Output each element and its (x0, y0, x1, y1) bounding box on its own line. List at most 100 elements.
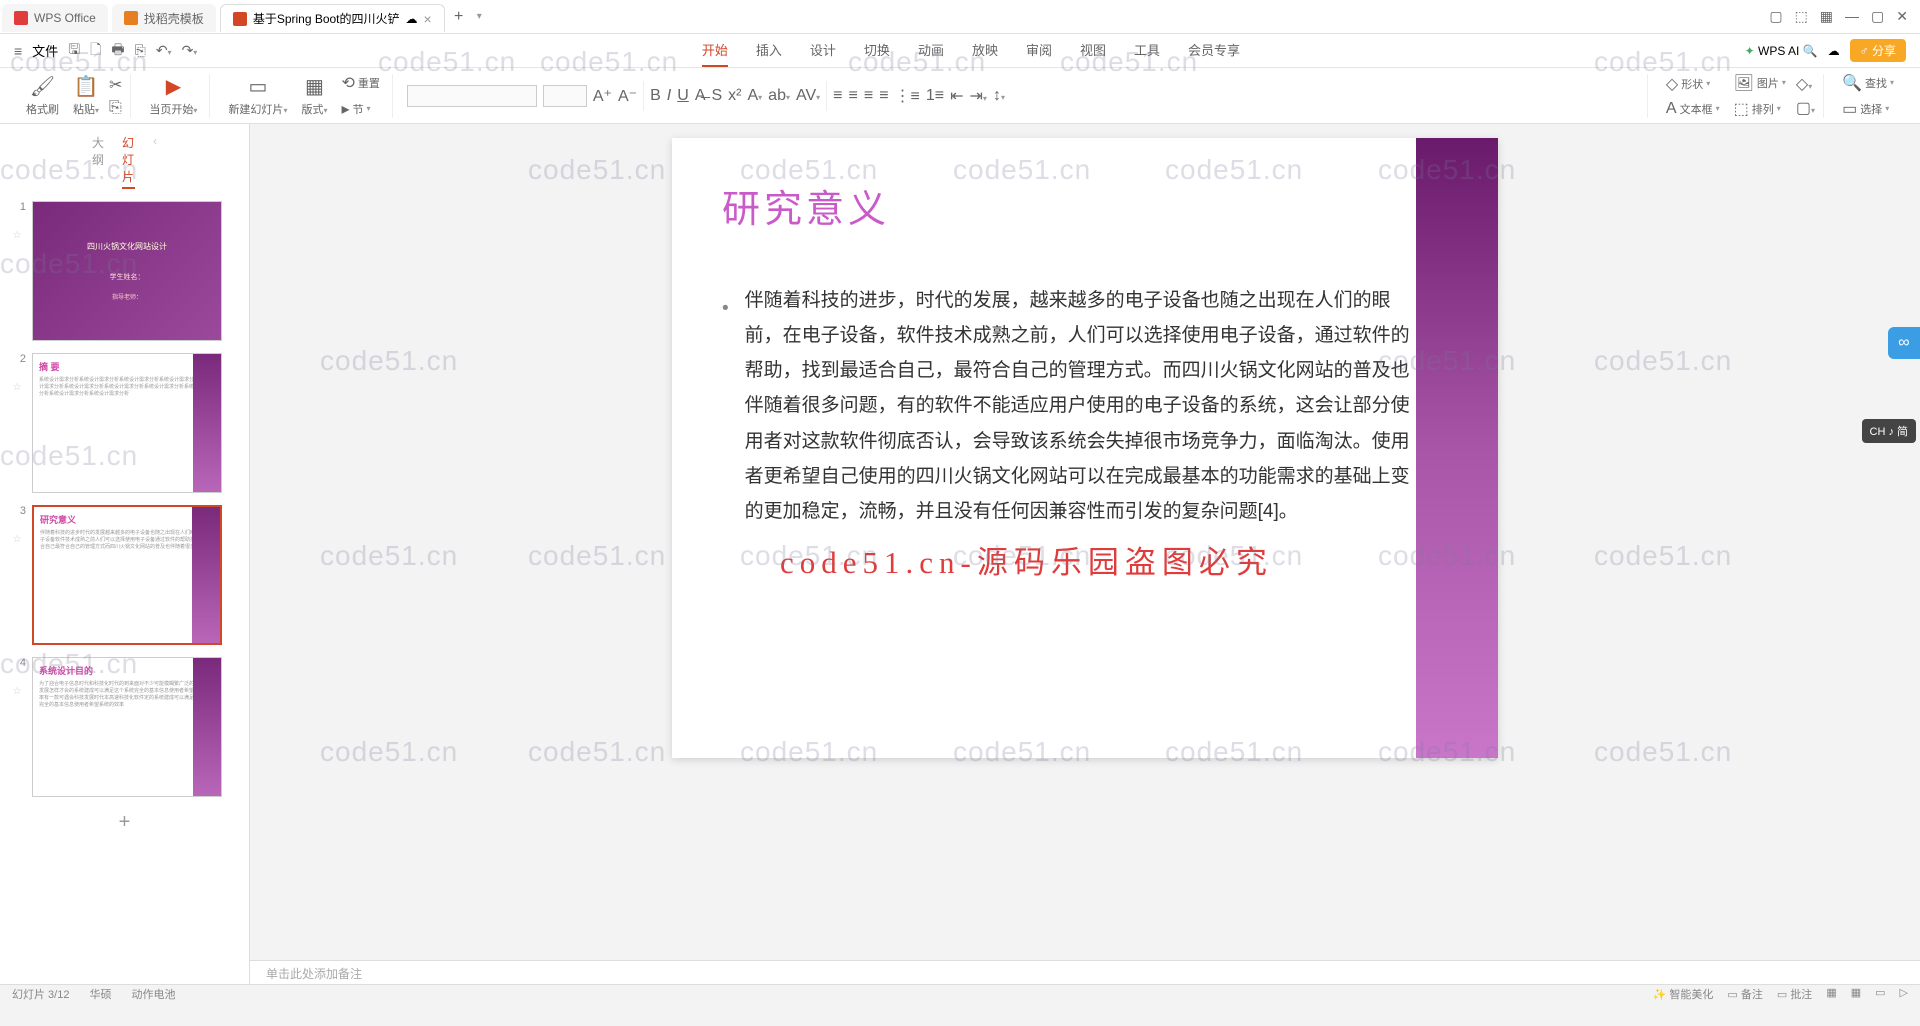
save-icon[interactable]: 🖫 (68, 39, 80, 63)
tab-template[interactable]: 找稻壳模板 (112, 4, 216, 32)
add-slide-button[interactable]: + (0, 803, 249, 842)
sidebar-float-button[interactable]: ∞ (1888, 327, 1920, 359)
normal-view-icon[interactable]: ▦ (1826, 986, 1836, 1002)
slide-body[interactable]: • 伴随着科技的进步，时代的发展，越来越多的电子设备也随之出现在人们的眼前，在电… (672, 253, 1498, 529)
notes-button[interactable]: ▭ 备注 (1727, 986, 1762, 1002)
new-slide-button[interactable]: ▭新建幻灯片▾ (224, 72, 291, 119)
slide-thumb-1[interactable]: 1☆ 四川火锅文化网站设计 学生姓名： 指导老师： (0, 195, 249, 347)
select-button[interactable]: ▭选择▾ (1838, 97, 1898, 121)
main-area: 大纲 幻灯片 ‹ 1☆ 四川火锅文化网站设计 学生姓名： 指导老师： 2☆ 摘 … (0, 124, 1920, 984)
slide-canvas[interactable]: 研究意义 • 伴随着科技的进步，时代的发展，越来越多的电子设备也随之出现在人们的… (672, 138, 1498, 758)
close-window-icon[interactable]: ✕ (1896, 8, 1908, 25)
align-center-icon[interactable]: ≡ (849, 87, 858, 105)
tab-design[interactable]: 设计 (810, 34, 836, 67)
shape-button[interactable]: ◇形状▾ (1662, 72, 1724, 96)
shape-outline-icon[interactable]: ▢▾ (1796, 98, 1815, 118)
thumb-text: 伴随着科技的进步时代的发展越来越多的电子设备也随之出现在人们眼前在电子设备软件技… (40, 530, 214, 551)
slide-thumb-4[interactable]: 4☆ 系统设计目的 为了迎合电子信息时代和科技化时代的到来面对不少可能模糊繁广泛… (0, 651, 249, 803)
wps-logo-icon (14, 11, 28, 25)
sorter-view-icon[interactable]: ▦ (1851, 986, 1861, 1002)
tab-document[interactable]: 基于Spring Boot的四川火铲 ☁ × (220, 4, 445, 32)
section-button[interactable]: ▸节▾ (337, 97, 383, 121)
watermark-overlay: code51.cn-源码乐园盗图必究 (780, 537, 1273, 582)
tab-animation[interactable]: 动画 (918, 34, 944, 67)
notes-bar[interactable]: 单击此处添加备注 (250, 960, 1920, 984)
superscript-icon[interactable]: x² (728, 87, 741, 105)
undo-icon[interactable]: ↶▾ (156, 42, 172, 59)
smart-beautify-button[interactable]: ✨ 智能美化 (1653, 986, 1714, 1002)
picture-button[interactable]: 🖼图片▾ (1730, 71, 1790, 95)
tab-start[interactable]: 开始 (702, 34, 728, 67)
bullets-icon[interactable]: ⋮≡ (895, 86, 920, 106)
tab-wps-office[interactable]: WPS Office (2, 4, 108, 32)
comments-button[interactable]: ▭ 批注 (1777, 986, 1812, 1002)
indent-decrease-icon[interactable]: ⇤ (950, 86, 963, 106)
cut-icon[interactable]: ✂ (109, 75, 122, 95)
panel-collapse-icon[interactable]: ‹ (153, 134, 157, 189)
maximize-icon[interactable]: ▢ (1871, 8, 1884, 25)
tab-view[interactable]: 视图 (1080, 34, 1106, 67)
layout-button[interactable]: ▦版式▾ (297, 72, 331, 119)
wps-ai-button[interactable]: ✦ WPS AI 🔍 (1745, 44, 1818, 58)
tab-transition[interactable]: 切换 (864, 34, 890, 67)
textbox-button[interactable]: A文本框▾ (1662, 98, 1724, 120)
link-icon: ∞ (1898, 334, 1909, 352)
tab-insert[interactable]: 插入 (756, 34, 782, 67)
bold-icon[interactable]: B (650, 87, 661, 105)
text-effects-icon[interactable]: AV▾ (796, 87, 820, 105)
menu-icon[interactable]: ≡ (14, 43, 22, 59)
reading-view-icon[interactable]: ▭ (1875, 986, 1885, 1002)
slide-title[interactable]: 研究意义 (672, 138, 1498, 253)
slide-thumb-2[interactable]: 2☆ 摘 要 系统设计需求分析系统设计需求分析系统设计需求分析系统设计需求分析系… (0, 347, 249, 499)
outline-tab[interactable]: 大纲 (92, 134, 104, 189)
print-icon[interactable]: 🖶 (111, 39, 124, 63)
tab-dropdown[interactable]: ▾ (477, 11, 482, 22)
copy-icon[interactable]: ⎘ (109, 99, 122, 117)
indent-increase-icon[interactable]: ⇥▾ (970, 86, 987, 106)
font-color-icon[interactable]: A▾ (747, 87, 762, 105)
arrange-button[interactable]: ⬚排列▾ (1730, 97, 1790, 121)
thumb-title: 系统设计目的 (39, 664, 215, 677)
cloud-sync-icon[interactable]: ☁ (1828, 44, 1840, 58)
underline-icon[interactable]: U (677, 87, 689, 105)
slides-tab[interactable]: 幻灯片 (122, 134, 135, 189)
tab-slideshow[interactable]: 放映 (972, 34, 998, 67)
tab-label: 基于Spring Boot的四川火铲 (253, 10, 400, 27)
print-preview-icon[interactable]: 🗋 (90, 39, 101, 63)
slide-panel: 大纲 幻灯片 ‹ 1☆ 四川火锅文化网站设计 学生姓名： 指导老师： 2☆ 摘 … (0, 124, 250, 984)
highlight-icon[interactable]: ab▾ (768, 87, 790, 105)
decrease-font-icon[interactable]: A⁻ (618, 86, 637, 106)
cube-icon[interactable]: ⬚ (1795, 8, 1808, 25)
from-start-button[interactable]: ▶当页开始▾ (145, 72, 201, 119)
find-button[interactable]: 🔍查找▾ (1838, 71, 1898, 95)
export-icon[interactable]: ⎘ (135, 42, 146, 59)
slideshow-view-icon[interactable]: ▷ (1900, 986, 1908, 1002)
italic-icon[interactable]: I (667, 87, 671, 105)
align-left-icon[interactable]: ≡ (833, 87, 842, 105)
increase-font-icon[interactable]: A⁺ (593, 86, 612, 106)
tab-review[interactable]: 审阅 (1026, 34, 1052, 67)
add-tab-button[interactable]: + (447, 8, 471, 26)
share-button[interactable]: ♂ 分享 (1850, 39, 1906, 62)
shape-fill-icon[interactable]: ◇▾ (1796, 74, 1815, 94)
format-painter-button[interactable]: 🖌格式刷 (22, 72, 63, 119)
slide-thumb-3[interactable]: 3☆ 研究意义 伴随着科技的进步时代的发展越来越多的电子设备也随之出现在人们眼前… (0, 499, 249, 651)
close-tab-icon[interactable]: × (424, 11, 432, 27)
paste-button[interactable]: 📋粘贴▾ (69, 72, 103, 119)
file-menu[interactable]: 文件 (32, 41, 58, 60)
grid-icon[interactable]: ▦ (1820, 8, 1833, 25)
font-family-select[interactable] (407, 85, 537, 107)
app-icon[interactable]: ▢ (1769, 8, 1782, 25)
strikethrough-icon[interactable]: S (711, 87, 722, 105)
reset-button[interactable]: ⟲重置 (337, 71, 383, 95)
line-spacing-icon[interactable]: ↕▾ (993, 87, 1005, 105)
align-justify-icon[interactable]: ≡ (879, 87, 888, 105)
numbering-icon[interactable]: 1≡ (926, 87, 944, 105)
align-right-icon[interactable]: ≡ (864, 87, 873, 105)
tab-tools[interactable]: 工具 (1134, 34, 1160, 67)
strike-icon[interactable]: A̶ (695, 87, 706, 105)
tab-member[interactable]: 会员专享 (1188, 34, 1240, 67)
redo-icon[interactable]: ↷▾ (182, 42, 198, 59)
minimize-icon[interactable]: — (1845, 8, 1859, 25)
font-size-select[interactable] (543, 85, 587, 107)
